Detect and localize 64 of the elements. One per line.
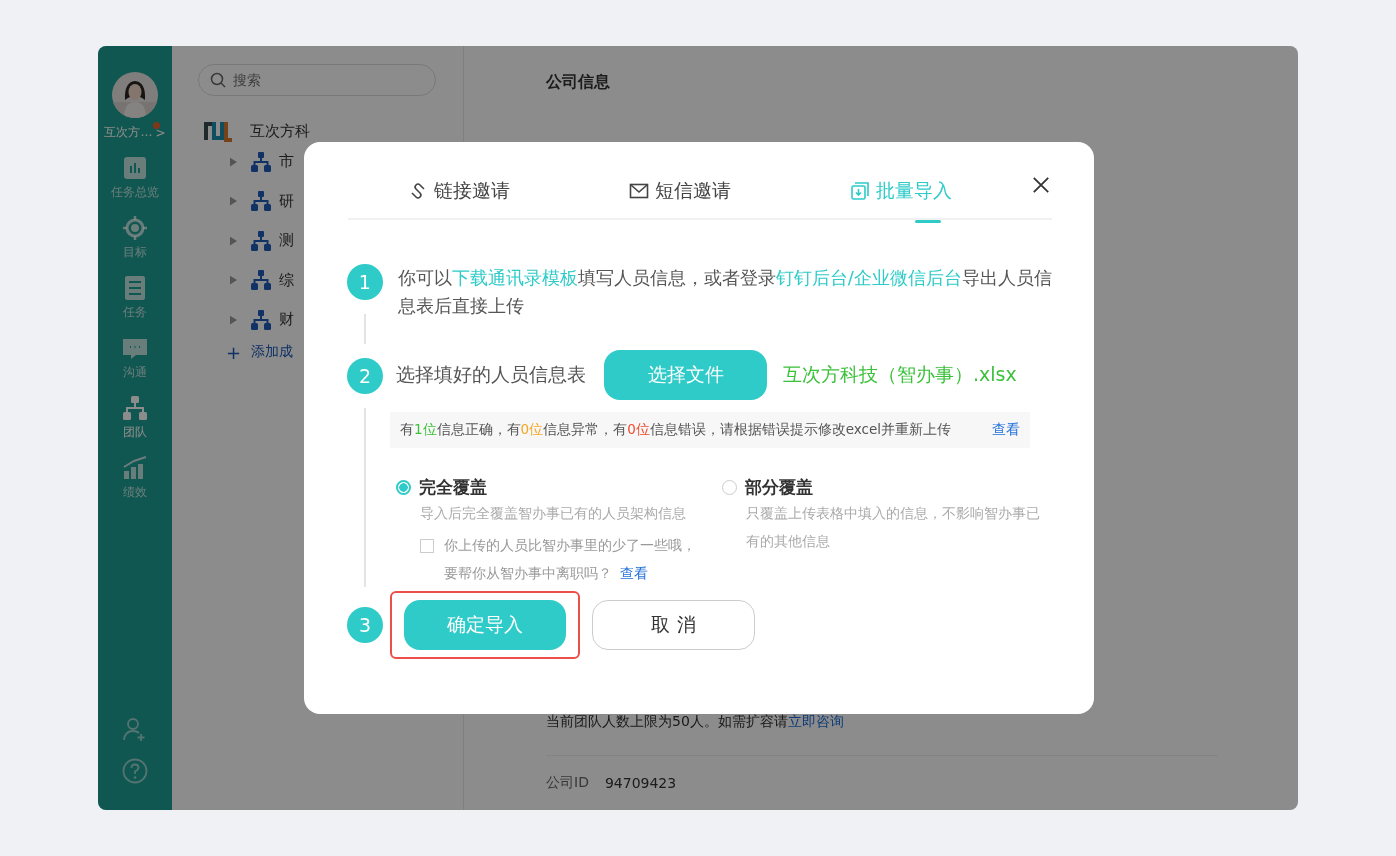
add-member-link[interactable]: 添加成 (251, 343, 294, 361)
expand-arrow-icon[interactable] (230, 196, 237, 207)
view-link[interactable]: 查看 (992, 421, 1020, 439)
option-title[interactable]: 部分覆盖 (745, 476, 813, 499)
org-chart-icon (251, 191, 271, 212)
growth-chart-icon (122, 455, 148, 481)
expand-arrow-icon[interactable] (230, 156, 237, 167)
confirm-import-button[interactable]: 确定导入 (404, 600, 566, 650)
org-chart-icon (251, 270, 271, 291)
team-limit-text: 当前团队人数上限为50人。如需扩容请立即咨询 (546, 713, 844, 729)
org-chart-icon (251, 309, 271, 330)
expand-arrow-icon[interactable] (230, 275, 237, 286)
radio-button[interactable] (396, 480, 411, 495)
tab[interactable]: 短信邀请 (569, 137, 791, 213)
department-name[interactable]: 研 (279, 191, 294, 211)
step-label: 选择填好的人员信息表 (396, 362, 586, 387)
consult-link[interactable]: 立即咨询 (787, 713, 844, 729)
step-number: 1 (346, 264, 383, 300)
plus-icon[interactable]: + (226, 341, 242, 363)
expand-arrow-icon[interactable] (230, 314, 237, 325)
department-name[interactable]: 市 (279, 152, 294, 172)
organization-name[interactable]: 互次方科 (250, 121, 310, 141)
file-name: 互次方科技（智办事）.xlsx (783, 362, 1017, 387)
expand-arrow-icon[interactable] (230, 235, 237, 246)
target-icon (122, 215, 148, 241)
chevron-icon[interactable]: > (155, 125, 166, 140)
nav-item[interactable]: 沟通 (98, 335, 172, 381)
company-id: 94709423 (604, 775, 677, 791)
nav-item[interactable]: 团队 (98, 395, 172, 441)
user-name[interactable]: 互次方… (104, 124, 153, 141)
option-description: 导入后完全覆盖智办事已有的人员架构信息 (420, 504, 687, 523)
step-number: 3 (347, 607, 383, 643)
org-chart-icon (122, 395, 148, 421)
logo-icon (204, 120, 234, 142)
checkbox-label: 你上传的人员比智办事里的少了一些哦，要帮你从智办事中离职吗？ 查看 (444, 536, 697, 583)
result-text: 有1位信息正确，有0位信息异常，有0位信息错误，请根据错误提示修改excel并重新上传 (400, 421, 952, 439)
department-name[interactable]: 测 (279, 231, 294, 251)
list-icon (122, 275, 148, 301)
checkbox[interactable] (420, 539, 434, 553)
choose-file-button[interactable]: 选择文件 (604, 350, 767, 400)
org-chart-icon (251, 151, 271, 172)
option-title[interactable]: 完全覆盖 (419, 476, 487, 499)
envelope-icon (629, 181, 649, 201)
nav-item[interactable]: 任务总览 (98, 155, 172, 201)
chart-icon (122, 155, 148, 181)
nav-item[interactable]: 绩效 (98, 455, 172, 501)
option-description: 只覆盖上传表格中填入的信息，不影响智办事已有的其他信息 (746, 504, 1041, 551)
org-chart-icon (251, 230, 271, 251)
view-link[interactable]: 查看 (620, 565, 648, 581)
step-number: 2 (347, 358, 383, 394)
section-title: 公司信息 (546, 72, 611, 93)
template-link[interactable]: 下载通讯录模板 (451, 267, 578, 288)
search-field[interactable]: 搜索 (198, 64, 436, 96)
tab[interactable]: 链接邀请 (348, 137, 570, 213)
import-icon (850, 181, 871, 201)
nav-item[interactable]: 目标 (98, 215, 172, 261)
template-link[interactable]: 钉钉后台/企业微信后台 (775, 267, 962, 288)
cancel-button[interactable]: 取 消 (592, 600, 755, 650)
department-name[interactable]: 综 (279, 270, 294, 290)
search-icon (210, 72, 226, 88)
department-name[interactable]: 财 (279, 310, 294, 330)
field-label: 公司ID (546, 774, 589, 792)
nav-item[interactable]: 任务 (98, 275, 172, 321)
instruction-text: 你可以下载通讯录模板填写人员信息，或者登录钉钉后台/企业微信后台导出人员信息表后直接上传 (397, 266, 1052, 318)
